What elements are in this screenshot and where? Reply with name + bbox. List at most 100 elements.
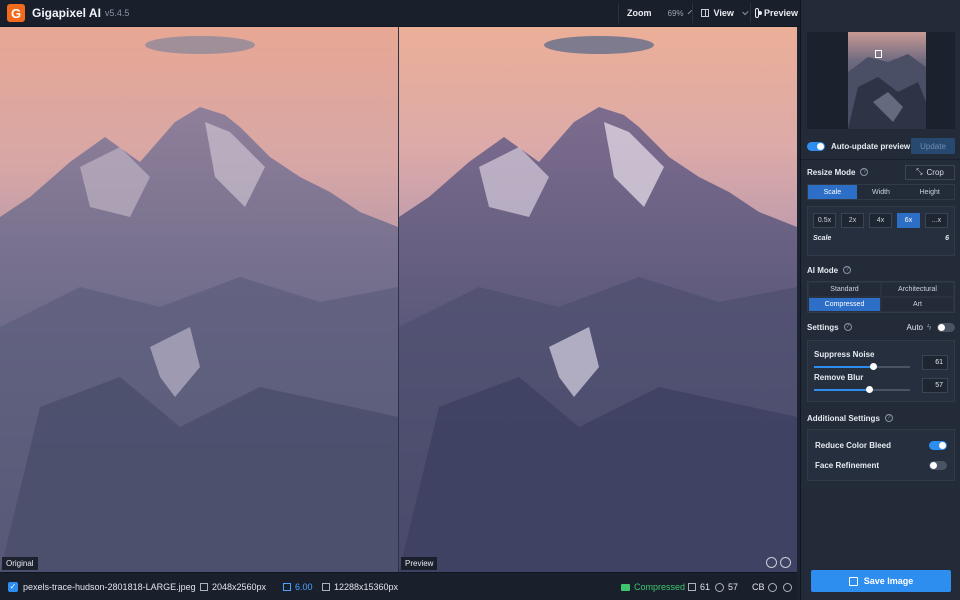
mode-badge: Compressed xyxy=(634,582,686,592)
app-logo: G xyxy=(7,4,25,22)
blur-value-status: 57 xyxy=(728,582,739,592)
additional-settings-title: Additional Settings xyxy=(807,413,880,423)
noise-info: 61 xyxy=(688,582,710,592)
file-checkbox[interactable]: ✓ xyxy=(8,581,18,592)
suppress-noise-slider[interactable] xyxy=(814,362,910,370)
top-bar: G Gigapixel AI v5.4.5 Zoom 69% View Prev… xyxy=(0,0,800,27)
reduce-color-bleed-toggle[interactable] xyxy=(929,441,947,450)
remove-blur-slider[interactable] xyxy=(814,385,910,393)
noise-icon xyxy=(688,583,696,591)
view-label: View xyxy=(713,8,734,18)
scale-option-6x[interactable]: 6x xyxy=(897,213,920,228)
ai-mode-standard[interactable]: Standard xyxy=(808,282,881,297)
scale-option-4x[interactable]: 4x xyxy=(869,213,892,228)
scale-panel: 0.5x 2x 4x 6x ...x Scale 6 xyxy=(807,206,955,256)
help-icon[interactable]: ? xyxy=(884,414,893,422)
auto-update-row: Auto-update preview Update xyxy=(807,138,955,154)
app-title: Gigapixel AI xyxy=(32,6,101,20)
tab-width[interactable]: Width xyxy=(857,185,906,199)
view-dropdown[interactable]: View xyxy=(692,3,749,23)
tab-scale[interactable]: Scale xyxy=(808,185,857,199)
file-name: pexels-trace-hudson-2801818-LARGE.jpeg xyxy=(23,581,196,592)
blur-info: 57 xyxy=(715,582,738,592)
remove-blur-value[interactable]: 57 xyxy=(922,378,948,393)
scale-option-0-5x[interactable]: 0.5x xyxy=(813,213,836,228)
crop-label: Crop xyxy=(926,167,944,177)
reduce-color-bleed-row: Reduce Color Bleed xyxy=(808,430,954,450)
resize-mode-title: Resize Mode xyxy=(807,167,856,177)
suppress-noise-row: Suppress Noise 61 xyxy=(808,350,954,370)
additional-settings-panel: Reduce Color Bleed Face Refinement xyxy=(807,429,955,481)
bolt-icon: ϟ xyxy=(927,322,932,332)
help-icon[interactable]: ? xyxy=(860,168,869,176)
auto-update-label: Auto-update preview xyxy=(831,141,911,151)
save-image-button[interactable]: Save Image xyxy=(811,570,951,592)
ai-mode-options: Standard Architectural Compressed Art xyxy=(807,281,955,313)
scale-option-custom[interactable]: ...x xyxy=(925,213,948,228)
zoom-dropdown[interactable]: Zoom 69% xyxy=(618,3,692,23)
additional-settings-header: Additional Settings ? xyxy=(807,411,955,425)
ai-mode-compressed[interactable]: Compressed xyxy=(808,297,881,312)
preview-image-pane[interactable]: Preview xyxy=(399,27,797,572)
update-button[interactable]: Update xyxy=(911,138,955,154)
remove-blur-handle[interactable] xyxy=(865,385,873,393)
face-status-icon xyxy=(768,583,777,592)
ai-mode-art[interactable]: Art xyxy=(881,297,954,312)
scale-options: 0.5x 2x 4x 6x ...x xyxy=(808,207,954,228)
ai-mode-header: AI Mode ? xyxy=(807,263,955,277)
chevron-down-icon xyxy=(687,9,692,14)
section-divider xyxy=(801,159,960,160)
save-icon xyxy=(848,576,858,586)
scale-option-2x[interactable]: 2x xyxy=(841,213,864,228)
noise-value-status: 61 xyxy=(700,582,711,592)
output-size-icon xyxy=(322,583,330,591)
help-icon[interactable]: ? xyxy=(843,323,852,331)
input-size-info: 2048x2560px xyxy=(200,582,266,592)
input-size: 2048x2560px xyxy=(212,582,267,592)
preview-pane-label: Preview xyxy=(401,557,438,570)
reduce-color-bleed-label: Reduce Color Bleed xyxy=(815,441,892,450)
scale-label: Scale xyxy=(813,235,832,242)
preview-button[interactable]: Preview xyxy=(750,3,798,23)
output-size: 12288x15360px xyxy=(334,582,399,592)
face-refinement-toggle[interactable] xyxy=(929,461,947,470)
auto-settings-toggle[interactable] xyxy=(937,322,955,332)
tab-height[interactable]: Height xyxy=(905,185,954,199)
settings-sidebar: Auto-update preview Update Resize Mode ?… xyxy=(800,0,960,600)
face-compare-icon[interactable] xyxy=(766,557,777,568)
crop-button[interactable]: ⤡ Crop xyxy=(905,164,955,180)
status-bar: ✓ pexels-trace-hudson-2801818-LARGE.jpeg… xyxy=(0,572,797,600)
face-refinement-label: Face Refinement xyxy=(815,461,880,470)
suppress-noise-handle[interactable] xyxy=(869,362,877,370)
navigator xyxy=(807,32,955,129)
resize-icon xyxy=(200,583,208,591)
navigator-viewport[interactable] xyxy=(875,50,882,58)
output-size-info: 12288x15360px xyxy=(322,582,398,592)
remove-blur-fill xyxy=(814,388,869,391)
scale-info: 6.00 xyxy=(283,582,313,592)
settings-panel: Suppress Noise 61 Remove Blur 57 xyxy=(807,340,955,402)
settings-title: Settings xyxy=(807,322,839,332)
help-icon[interactable]: ? xyxy=(843,266,852,274)
resize-mode-header: Resize Mode ? ⤡ Crop xyxy=(807,164,955,180)
app-version: v5.4.5 xyxy=(104,8,130,18)
auto-update-toggle[interactable] xyxy=(807,141,825,151)
crop-icon: ⤡ xyxy=(916,167,923,176)
face-refinement-row: Face Refinement xyxy=(808,450,954,470)
scale-readout: Scale 6 xyxy=(808,228,954,242)
original-image-pane[interactable]: Original xyxy=(0,27,398,572)
model-icon xyxy=(621,583,630,591)
cb-info: CB xyxy=(752,582,765,592)
remove-file-icon[interactable] xyxy=(783,583,792,592)
suppress-noise-value[interactable]: 61 xyxy=(922,355,948,370)
eye-icon xyxy=(755,8,762,18)
ai-mode-architectural[interactable]: Architectural xyxy=(881,282,954,297)
resize-mode-tabs: Scale Width Height xyxy=(807,184,955,200)
cb-label: CB xyxy=(752,582,765,592)
suppress-noise-fill xyxy=(814,365,873,368)
split-view-icon xyxy=(701,9,709,17)
navigator-thumbnail[interactable] xyxy=(848,32,926,129)
original-label: Original xyxy=(2,557,38,570)
drop-icon xyxy=(715,582,724,592)
face-compare-alt-icon[interactable] xyxy=(780,557,791,568)
